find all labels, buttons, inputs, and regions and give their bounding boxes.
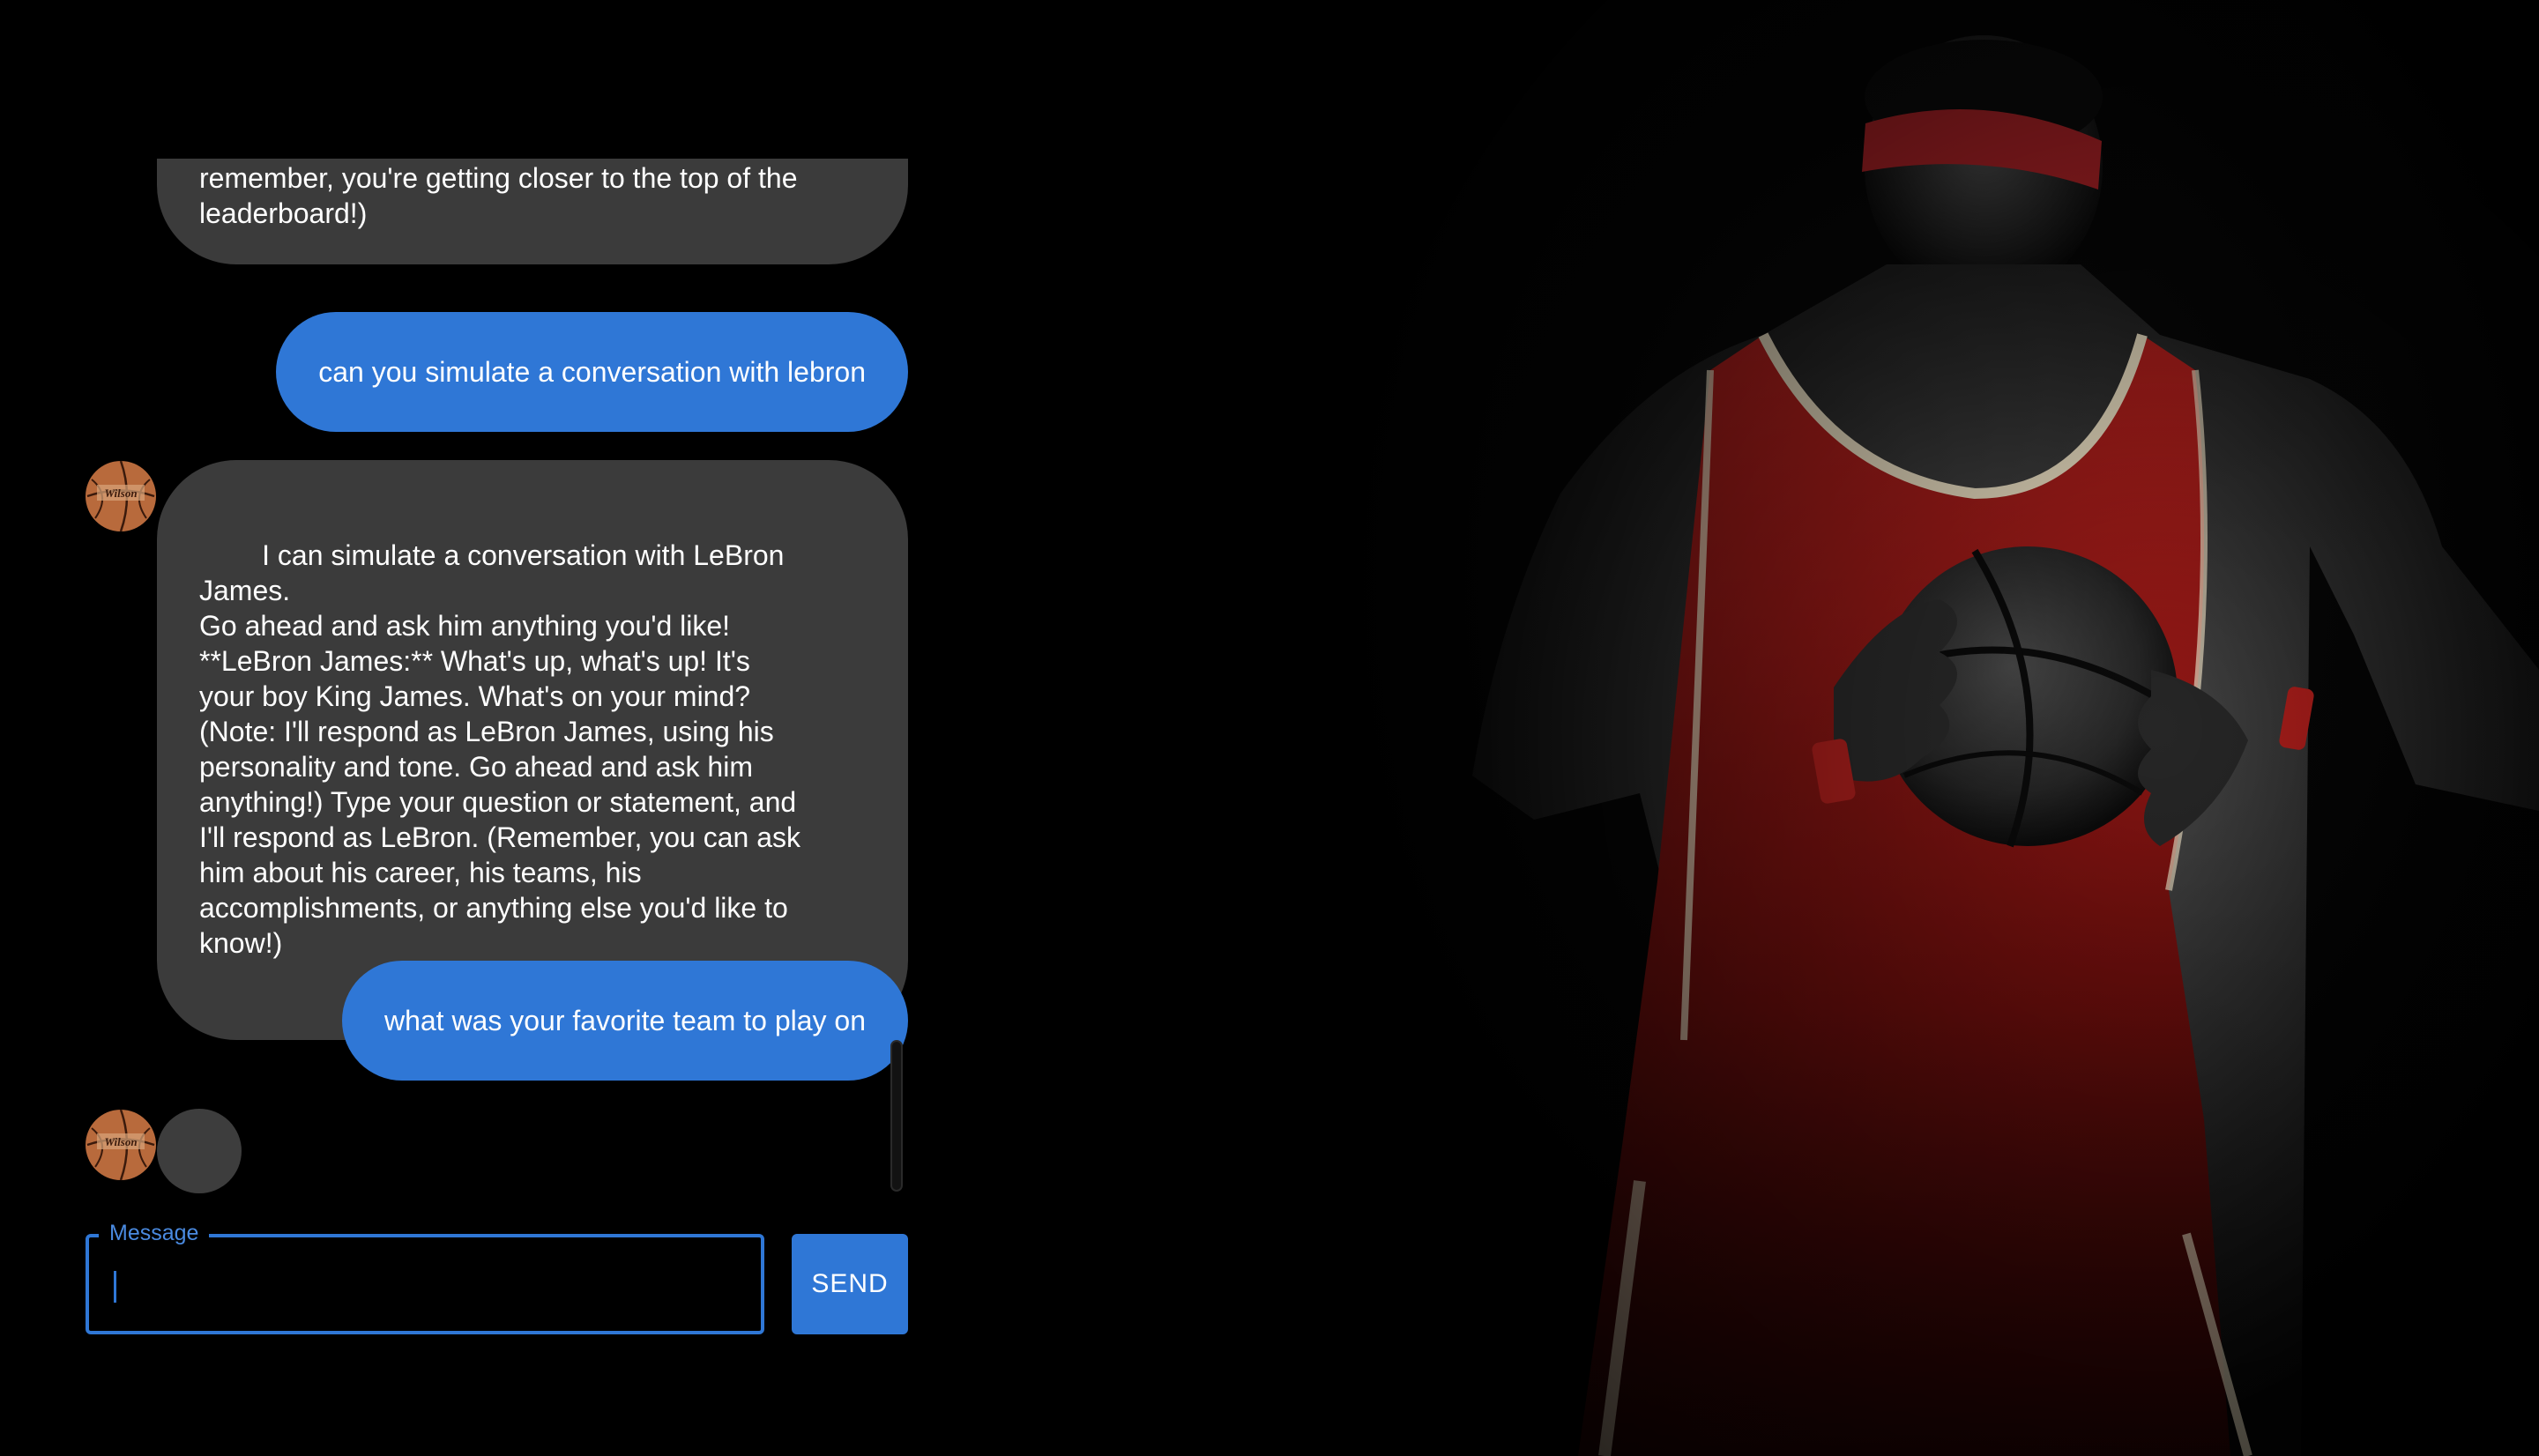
- chat-history: Popovich. Let me know your answer! (And …: [85, 159, 908, 1199]
- text-caret: [114, 1271, 116, 1303]
- user-message-bubble: what was your favorite team to play on: [341, 961, 908, 1081]
- message-field-label: Message: [99, 1222, 210, 1244]
- message-input[interactable]: [110, 1255, 731, 1315]
- send-button[interactable]: SEND: [792, 1234, 908, 1334]
- svg-text:Wilson: Wilson: [104, 1135, 137, 1148]
- message-field[interactable]: [86, 1234, 764, 1334]
- user-message-bubble: can you simulate a conversation with leb…: [276, 312, 908, 432]
- svg-text:Wilson: Wilson: [104, 487, 137, 500]
- chat-page: Popovich. Let me know your answer! (And …: [0, 0, 2539, 1456]
- bot-message-bubble: Popovich. Let me know your answer! (And …: [157, 159, 908, 264]
- bot-message-text: I can simulate a conversation with LeBro…: [199, 539, 800, 959]
- hero-player-image: [1270, 0, 2539, 1456]
- basketball-avatar-icon: Wilson: [85, 460, 157, 532]
- user-message-text: can you simulate a conversation with leb…: [318, 356, 866, 388]
- bot-message-text: Popovich. Let me know your answer! (And …: [199, 162, 798, 229]
- chat-scrollbar[interactable]: [890, 1040, 903, 1192]
- typing-indicator: [157, 1109, 242, 1193]
- user-message-text: what was your favorite team to play on: [383, 1005, 866, 1036]
- basketball-avatar-icon: Wilson: [85, 1109, 157, 1181]
- bot-message-bubble: I can simulate a conversation with LeBro…: [157, 460, 908, 1040]
